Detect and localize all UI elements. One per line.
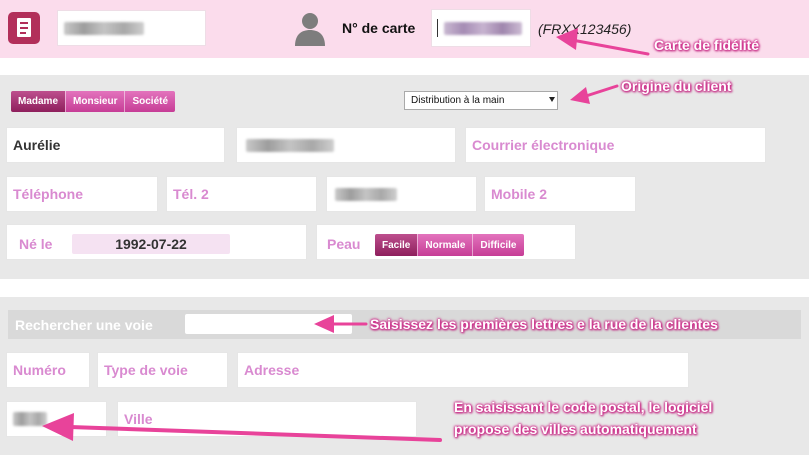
skin-type-segmented-control[interactable]: Facile Normale Difficile bbox=[375, 234, 524, 256]
skin-type-label: Peau bbox=[327, 236, 361, 252]
annotation-postal-line1: En saisissant le code postal, le logicie… bbox=[454, 399, 713, 415]
contact-card-icon[interactable] bbox=[8, 12, 40, 44]
mobile2-field[interactable]: Mobile 2 bbox=[484, 176, 636, 212]
street-number-field[interactable]: Numéro bbox=[6, 352, 90, 388]
street-search-input[interactable] bbox=[185, 314, 352, 334]
skin-normale-button[interactable]: Normale bbox=[417, 234, 473, 256]
annotation-postal-line2: propose des villes automatiquement bbox=[454, 421, 697, 437]
chevron-down-icon bbox=[549, 97, 555, 102]
client-name-field[interactable] bbox=[57, 10, 206, 46]
postal-code-field[interactable] bbox=[6, 401, 107, 437]
civility-monsieur-button[interactable]: Monsieur bbox=[65, 91, 125, 112]
street-search-label: Rechercher une voie bbox=[15, 317, 153, 333]
user-silhouette-icon bbox=[295, 13, 325, 46]
card-number-hint: (FRXX123456) bbox=[538, 21, 632, 37]
city-field[interactable]: Ville bbox=[117, 401, 417, 437]
street-type-field[interactable]: Type de voie bbox=[97, 352, 228, 388]
civility-madame-button[interactable]: Madame bbox=[11, 91, 66, 112]
birth-date-label: Né le bbox=[19, 236, 53, 252]
skin-facile-button[interactable]: Facile bbox=[375, 234, 418, 256]
annotation-client-origin: Origine du client bbox=[621, 78, 732, 94]
first-name-field[interactable]: Aurélie bbox=[6, 127, 225, 163]
skin-difficile-button[interactable]: Difficile bbox=[472, 234, 524, 256]
address-field[interactable]: Adresse bbox=[237, 352, 689, 388]
card-number-input[interactable] bbox=[431, 9, 531, 47]
phone2-field[interactable]: Tél. 2 bbox=[166, 176, 317, 212]
annotation-loyalty-card: Carte de fidélité bbox=[654, 37, 760, 53]
civility-segmented-control[interactable]: Madame Monsieur Société bbox=[11, 91, 176, 112]
card-number-label: N° de carte bbox=[342, 20, 416, 36]
birth-date-input[interactable]: 1992-07-22 bbox=[72, 234, 230, 254]
civility-societe-button[interactable]: Société bbox=[124, 91, 176, 112]
client-origin-select[interactable]: Distribution à la main bbox=[404, 91, 558, 110]
email-field[interactable]: Courrier électronique bbox=[465, 127, 766, 163]
annotation-street-search: Saisissez les premières lettres e la rue… bbox=[370, 316, 718, 332]
phone-field[interactable]: Téléphone bbox=[6, 176, 158, 212]
client-origin-value: Distribution à la main bbox=[411, 95, 505, 106]
last-name-field[interactable] bbox=[236, 127, 456, 163]
mobile-field[interactable] bbox=[326, 176, 477, 212]
